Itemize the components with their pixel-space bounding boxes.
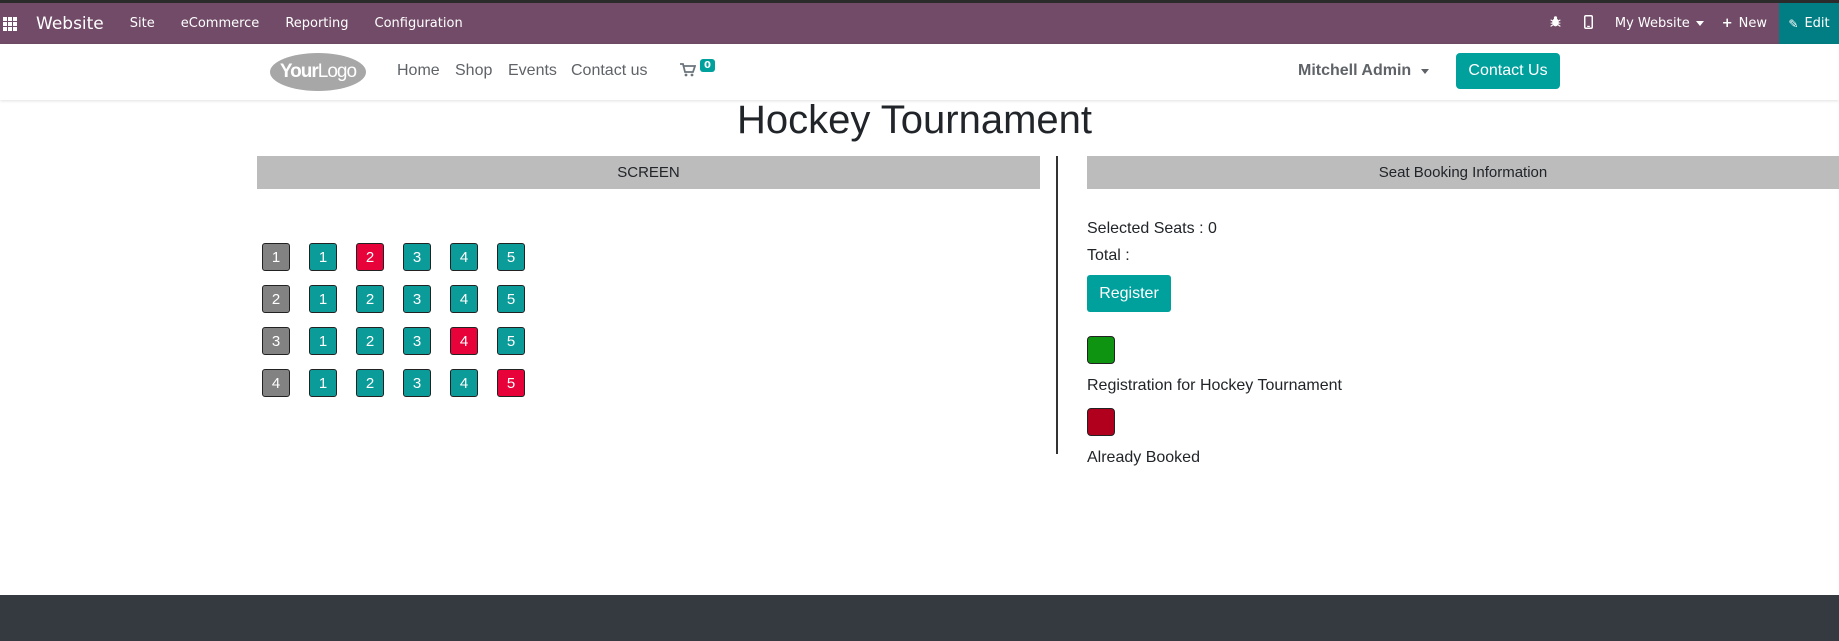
website-selector[interactable]: My Website bbox=[1615, 16, 1704, 31]
legend-booked-label: Already Booked bbox=[1087, 449, 1200, 466]
website-selector-label: My Website bbox=[1614, 16, 1690, 31]
seat-row: 212345 bbox=[262, 285, 544, 327]
seat-available[interactable]: 3 bbox=[403, 369, 431, 397]
nav-home[interactable]: Home bbox=[397, 62, 440, 80]
screen-label-bar: SCREEN bbox=[257, 156, 1040, 189]
seat-row-label: 4 bbox=[262, 369, 290, 397]
seat-available[interactable]: 2 bbox=[356, 327, 384, 355]
seat-available[interactable]: 2 bbox=[356, 285, 384, 313]
seat-available[interactable]: 3 bbox=[403, 285, 431, 313]
pencil-icon: ✎ bbox=[1788, 16, 1799, 31]
seat-available[interactable]: 4 bbox=[450, 243, 478, 271]
seat-booking-info-header: Seat Booking Information bbox=[1087, 156, 1839, 189]
logo-text-your: Your bbox=[279, 61, 319, 82]
page-title: Hockey Tournament bbox=[737, 98, 1092, 142]
page-footer bbox=[0, 595, 1839, 641]
cart-count-badge: 0 bbox=[700, 59, 715, 72]
user-menu[interactable]: Mitchell Admin bbox=[1298, 62, 1430, 80]
site-logo[interactable]: Your Logo bbox=[270, 53, 366, 91]
menu-reporting[interactable]: Reporting bbox=[285, 16, 348, 31]
seat-available[interactable]: 2 bbox=[356, 369, 384, 397]
new-button[interactable]: + New bbox=[1722, 16, 1767, 31]
seat-row-label: 2 bbox=[262, 285, 290, 313]
seat-available[interactable]: 4 bbox=[450, 369, 478, 397]
nav-contact-us[interactable]: Contact us bbox=[571, 62, 647, 80]
seat-available[interactable]: 4 bbox=[450, 285, 478, 313]
shopping-cart-icon[interactable] bbox=[680, 63, 697, 81]
menu-site[interactable]: Site bbox=[130, 16, 155, 31]
seat-available[interactable]: 3 bbox=[403, 327, 431, 355]
seat-row: 112345 bbox=[262, 243, 544, 285]
odoo-top-bar: Website Site eCommerce Reporting Configu… bbox=[0, 3, 1839, 44]
nav-shop[interactable]: Shop bbox=[455, 62, 492, 80]
edit-label: Edit bbox=[1804, 16, 1830, 31]
mobile-preview-icon[interactable] bbox=[1583, 14, 1593, 33]
seat-row: 412345 bbox=[262, 369, 544, 411]
new-label: New bbox=[1738, 16, 1767, 31]
debug-bug-icon[interactable] bbox=[1549, 15, 1562, 32]
app-name[interactable]: Website bbox=[36, 14, 104, 34]
contact-us-button[interactable]: Contact Us bbox=[1456, 53, 1560, 89]
total-text: Total : bbox=[1087, 247, 1130, 264]
selected-seats-text: Selected Seats : 0 bbox=[1087, 220, 1217, 237]
plus-icon: + bbox=[1721, 16, 1733, 31]
seat-booked: 5 bbox=[497, 369, 525, 397]
seat-available[interactable]: 1 bbox=[309, 327, 337, 355]
website-header: Your Logo Home Shop Events Contact us 0 M… bbox=[0, 44, 1839, 100]
seat-booked: 2 bbox=[356, 243, 384, 271]
seat-available[interactable]: 5 bbox=[497, 285, 525, 313]
seat-available[interactable]: 1 bbox=[309, 285, 337, 313]
caret-down-icon bbox=[1421, 68, 1430, 74]
menu-configuration[interactable]: Configuration bbox=[375, 16, 463, 31]
seat-row-label: 1 bbox=[262, 243, 290, 271]
seat-row-label: 3 bbox=[262, 327, 290, 355]
vertical-divider bbox=[1056, 156, 1058, 454]
legend-registration-swatch bbox=[1087, 336, 1115, 364]
seat-row: 312345 bbox=[262, 327, 544, 369]
edit-button[interactable]: ✎ Edit bbox=[1779, 3, 1839, 44]
legend-booked-swatch bbox=[1087, 408, 1115, 436]
register-button[interactable]: Register bbox=[1087, 275, 1171, 312]
caret-down-icon bbox=[1695, 21, 1704, 26]
nav-events[interactable]: Events bbox=[508, 62, 557, 80]
top-bar-right: My Website + New ✎ Edit bbox=[1549, 3, 1839, 44]
seat-booked: 4 bbox=[450, 327, 478, 355]
logo-text-logo: Logo bbox=[317, 61, 357, 82]
seat-map: 112345212345312345412345 bbox=[262, 243, 544, 411]
menu-ecommerce[interactable]: eCommerce bbox=[181, 16, 260, 31]
seat-available[interactable]: 3 bbox=[403, 243, 431, 271]
apps-grid-icon[interactable] bbox=[3, 16, 17, 31]
seat-available[interactable]: 1 bbox=[309, 243, 337, 271]
seat-available[interactable]: 5 bbox=[497, 243, 525, 271]
seat-available[interactable]: 5 bbox=[497, 327, 525, 355]
legend-registration-label: Registration for Hockey Tournament bbox=[1087, 377, 1342, 394]
seat-available[interactable]: 1 bbox=[309, 369, 337, 397]
user-name: Mitchell Admin bbox=[1298, 62, 1412, 79]
